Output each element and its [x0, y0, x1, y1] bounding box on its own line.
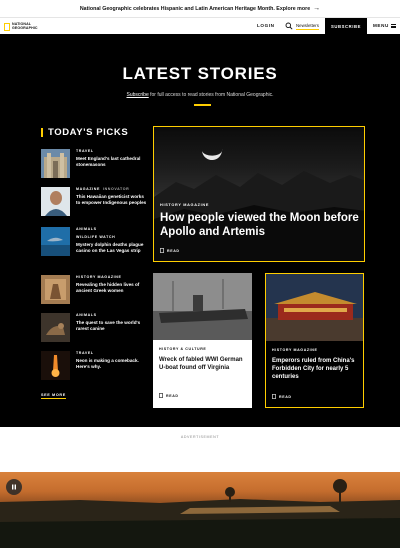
advertisement-label: ADVERTISEMENT — [180, 435, 220, 439]
story-card[interactable]: HISTORY MAGAZINE Emperors ruled from Chi… — [265, 273, 364, 408]
promo-banner[interactable]: National Geographic celebrates Hispanic … — [0, 0, 400, 17]
article-icon — [160, 248, 164, 253]
see-more-link[interactable]: SEE MORE — [41, 393, 66, 399]
pick-kicker-sub: INNOVATOR — [102, 187, 130, 191]
video-frame-savanna — [0, 479, 400, 548]
todays-picks-title: TODAY'S PICKS — [48, 127, 129, 138]
card-body: HISTORY MAGAZINE Emperors ruled from Chi… — [266, 341, 363, 407]
card-image-uboat — [153, 273, 252, 340]
feature-read-label: READ — [167, 248, 180, 253]
pick-item[interactable]: ANIMALS The quest to save the world's ra… — [41, 313, 146, 345]
logo-line-2: GEOGRAPHIC — [12, 25, 38, 30]
feature-kicker: HISTORY MAGAZINE — [160, 203, 210, 207]
pick-headline[interactable]: Mystery dolphin deaths plague casino on … — [76, 242, 147, 254]
card-image-forbidden-city — [266, 274, 363, 341]
card-kicker: HISTORY MAGAZINE — [272, 348, 318, 352]
todays-picks-heading: TODAY'S PICKS — [41, 127, 128, 138]
promo-text[interactable]: National Geographic celebrates Hispanic … — [80, 6, 310, 12]
pick-item[interactable]: HISTORY MAGAZINE Revealing the hidden li… — [41, 275, 146, 307]
pick-kicker-main: MAGAZINE — [76, 187, 100, 191]
pick-item[interactable]: ANIMALS WILDLIFE WATCH Mystery dolphin d… — [41, 227, 146, 259]
card-read-link[interactable]: READ — [159, 393, 179, 398]
article-icon — [272, 394, 276, 399]
pick-headline[interactable]: This Hawaiian geneticist works to empowe… — [76, 194, 147, 206]
login-link[interactable]: LOGIN — [257, 23, 275, 28]
pause-icon — [12, 484, 16, 490]
card-headline[interactable]: Emperors ruled from China's Forbidden Ci… — [272, 357, 359, 381]
article-icon — [159, 393, 163, 398]
newsletters-link[interactable]: Newsletters — [296, 23, 319, 30]
pick-kicker: HISTORY MAGAZINE — [76, 275, 122, 279]
nat-geo-logo[interactable]: NATIONAL GEOGRAPHIC — [4, 22, 38, 31]
page-title: LATEST STORIES — [122, 64, 278, 83]
pick-item[interactable]: TRAVEL Meet England's last cathedral sto… — [41, 149, 146, 181]
site-header: NATIONAL GEOGRAPHIC LOGIN Newsletters SU… — [0, 17, 400, 34]
pick-kicker: TRAVEL — [76, 149, 94, 153]
page-subtitle: Subscribe for full access to read storie… — [0, 92, 400, 98]
featured-story[interactable]: HISTORY MAGAZINE How people viewed the M… — [153, 126, 365, 262]
pick-headline[interactable]: Neon is making a comeback. Here's why. — [76, 358, 147, 370]
pick-thumbnail-neon[interactable] — [41, 351, 70, 380]
menu-label: MENU — [373, 23, 389, 28]
pick-thumbnail-geneticist[interactable] — [41, 187, 70, 216]
card-read-link[interactable]: READ — [272, 394, 292, 399]
pick-kicker: ANIMALS — [76, 227, 97, 231]
card-kicker: HISTORY & CULTURE — [159, 347, 207, 351]
card-read-label: READ — [279, 394, 292, 399]
pick-headline[interactable]: Meet England's last cathedral stonemason… — [76, 156, 147, 168]
subscribe-button[interactable]: SUBSCRIBE — [325, 18, 367, 34]
feature-headline[interactable]: How people viewed the Moon before Apollo… — [160, 211, 360, 239]
pick-headline[interactable]: The quest to save the world's rarest can… — [76, 320, 147, 332]
pick-kicker: MAGAZINE INNOVATOR — [76, 187, 129, 191]
card-read-label: READ — [166, 393, 179, 398]
accent-bar — [41, 128, 43, 137]
card-headline[interactable]: Wreck of fabled WWI German U-boat found … — [159, 356, 246, 372]
pick-thumbnail-greek-women[interactable] — [41, 275, 70, 304]
video-player[interactable] — [0, 472, 400, 548]
pause-button[interactable] — [6, 479, 22, 495]
story-card[interactable]: HISTORY & CULTURE Wreck of fabled WWI Ge… — [153, 273, 252, 408]
title-divider — [194, 104, 211, 106]
subtitle-text: for full access to read stories from Nat… — [148, 92, 274, 98]
search-icon[interactable] — [285, 22, 293, 30]
pick-item[interactable]: TRAVEL Neon is making a comeback. Here's… — [41, 351, 146, 383]
yellow-border-icon — [4, 22, 10, 31]
arrow-right-icon: → — [313, 5, 321, 12]
menu-button[interactable]: MENU — [373, 23, 396, 28]
pick-thumbnail-dolphin[interactable] — [41, 227, 70, 256]
pick-kicker-series: WILDLIFE WATCH — [76, 235, 116, 239]
hamburger-icon — [390, 23, 396, 28]
pick-thumbnail-cathedral[interactable] — [41, 149, 70, 178]
pick-kicker: ANIMALS — [76, 313, 97, 317]
pick-item[interactable]: MAGAZINE INNOVATOR This Hawaiian genetici… — [41, 187, 146, 219]
subscribe-link[interactable]: Subscribe — [126, 92, 148, 98]
card-body: HISTORY & CULTURE Wreck of fabled WWI Ge… — [153, 340, 252, 408]
pick-kicker: TRAVEL — [76, 351, 94, 355]
pick-thumbnail-canine[interactable] — [41, 313, 70, 342]
feature-image-moon-over-mountains — [154, 149, 364, 261]
feature-read-link[interactable]: READ — [160, 248, 180, 253]
advertisement-slot: ADVERTISEMENT — [0, 427, 400, 472]
pick-headline[interactable]: Revealing the hidden lives of ancient Gr… — [76, 282, 147, 294]
